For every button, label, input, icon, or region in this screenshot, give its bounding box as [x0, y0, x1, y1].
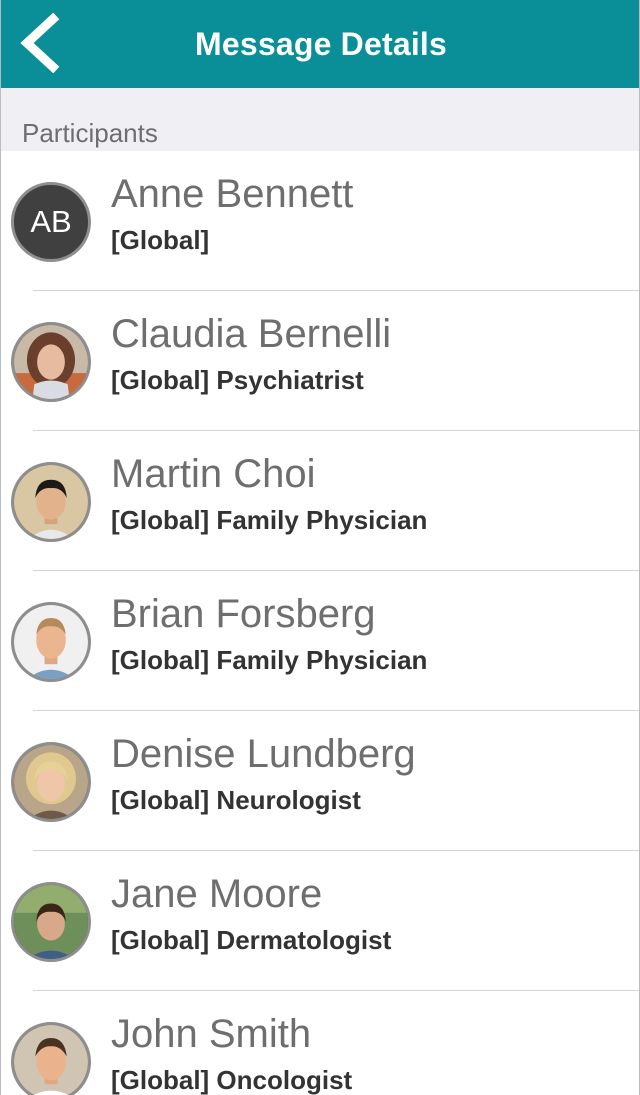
back-button[interactable]: [15, 12, 63, 74]
participant-role: [Global] Oncologist: [111, 1065, 353, 1095]
avatar: [11, 742, 91, 822]
participant-role: [Global]: [111, 225, 210, 255]
page-title: Message Details: [194, 25, 447, 62]
participant-row[interactable]: Brian Forsberg [Global] Family Physician: [1, 571, 639, 711]
participants-list: AB Anne Bennett [Global] Claudia Bernell…: [1, 151, 639, 1095]
participant-name: Denise Lundberg: [111, 732, 416, 776]
avatar: [11, 462, 91, 542]
participant-role: [Global] Family Physician: [111, 645, 428, 675]
section-header: Participants: [1, 88, 639, 151]
participant-name: Anne Bennett: [111, 172, 354, 216]
participant-row[interactable]: AB Anne Bennett [Global]: [1, 151, 639, 291]
app-screen: Message Details Participants AB Anne Ben…: [0, 0, 640, 1095]
participant-role: [Global] Neurologist: [111, 785, 361, 815]
participant-row[interactable]: Martin Choi [Global] Family Physician: [1, 431, 639, 571]
participant-row[interactable]: Jane Moore [Global] Dermatologist: [1, 851, 639, 991]
chevron-left-icon: [20, 13, 60, 73]
participant-role: [Global] Family Physician: [111, 505, 428, 535]
participant-row[interactable]: Denise Lundberg [Global] Neurologist: [1, 711, 639, 851]
participant-role: [Global] Dermatologist: [111, 925, 392, 955]
participant-name: Claudia Bernelli: [111, 312, 392, 356]
participant-role: [Global] Psychiatrist: [111, 365, 364, 395]
avatar-photo: [14, 325, 88, 399]
participant-name: Brian Forsberg: [111, 592, 376, 636]
avatar-photo: [14, 885, 88, 959]
avatar-photo: [14, 605, 88, 679]
avatar: [11, 882, 91, 962]
avatar-photo: [14, 1025, 88, 1095]
avatar-initials: AB: [30, 204, 72, 239]
participant-name: John Smith: [111, 1012, 312, 1056]
avatar: AB: [11, 182, 91, 262]
navigation-bar: Message Details: [1, 0, 639, 88]
participant-name: Jane Moore: [111, 872, 323, 916]
avatar: [11, 322, 91, 402]
avatar: [11, 1022, 91, 1095]
participant-name: Martin Choi: [111, 452, 316, 496]
avatar-photo: [14, 745, 88, 819]
avatar-photo: [14, 465, 88, 539]
participant-row[interactable]: Claudia Bernelli [Global] Psychiatrist: [1, 291, 639, 431]
participant-row[interactable]: John Smith [Global] Oncologist: [1, 991, 639, 1095]
section-title: Participants: [22, 118, 158, 148]
avatar: [11, 602, 91, 682]
